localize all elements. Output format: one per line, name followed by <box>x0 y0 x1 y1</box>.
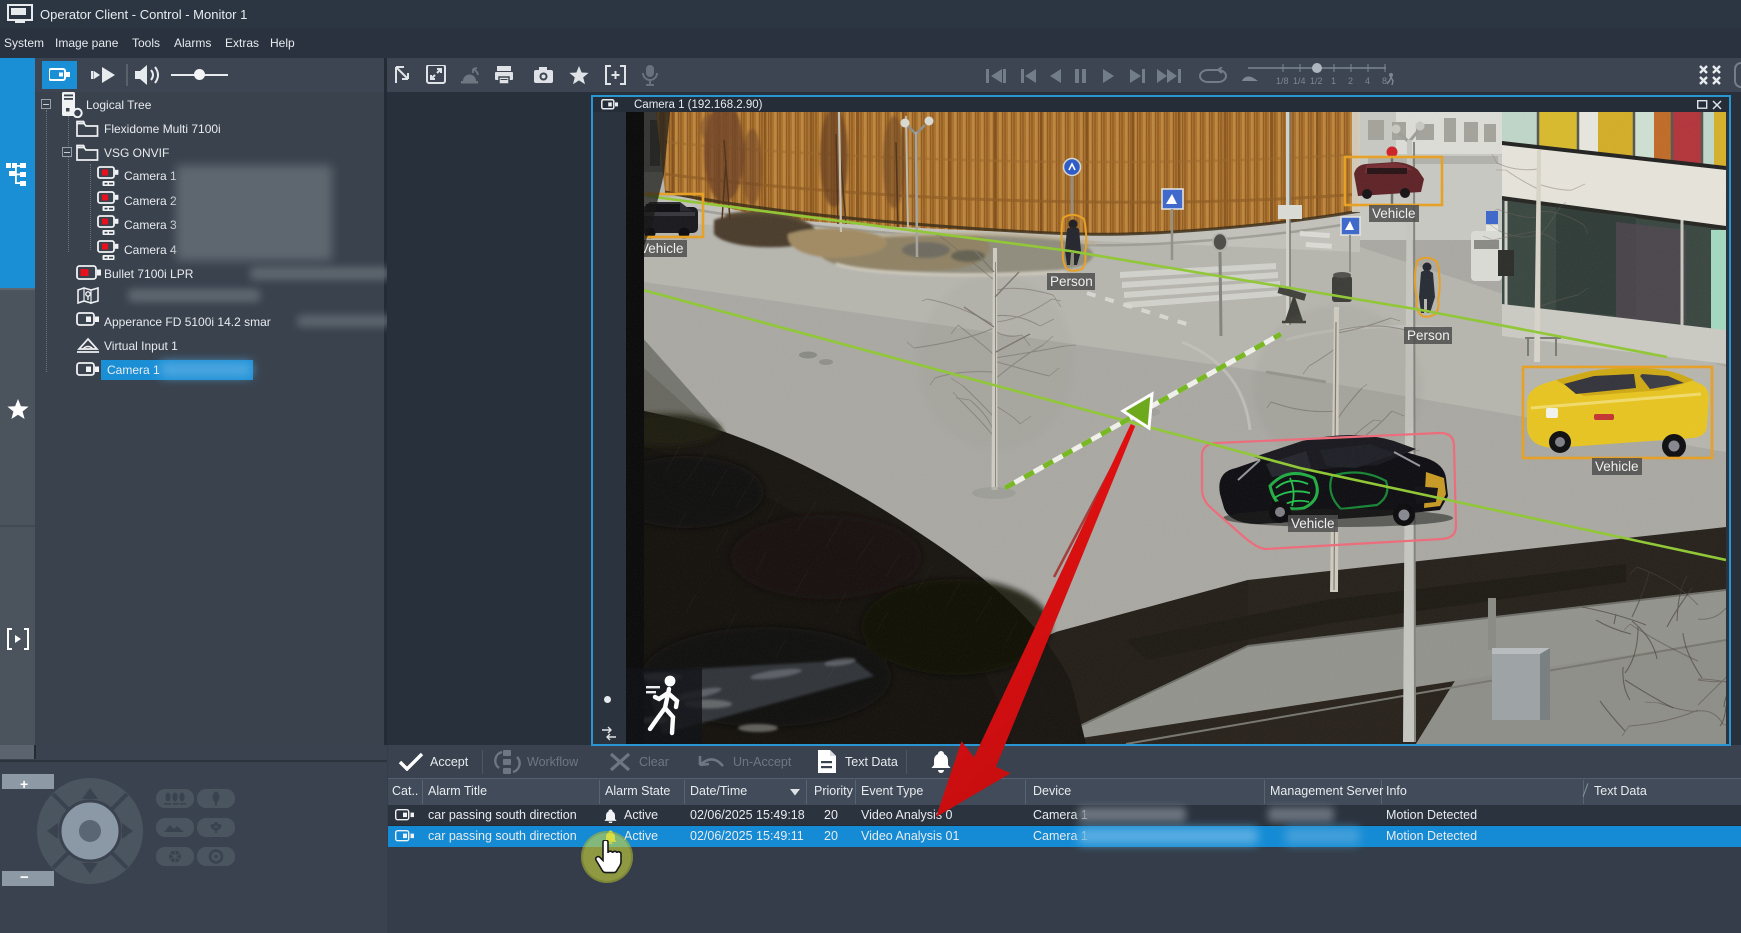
svg-text:1/8: 1/8 <box>1276 76 1289 86</box>
svg-text:2: 2 <box>1348 76 1353 86</box>
svg-text:4: 4 <box>1365 76 1370 86</box>
svg-text:8: 8 <box>1382 76 1387 86</box>
svg-text:1/4: 1/4 <box>1293 76 1306 86</box>
svg-text:1: 1 <box>1331 76 1336 86</box>
svg-text:1/2: 1/2 <box>1310 76 1323 86</box>
